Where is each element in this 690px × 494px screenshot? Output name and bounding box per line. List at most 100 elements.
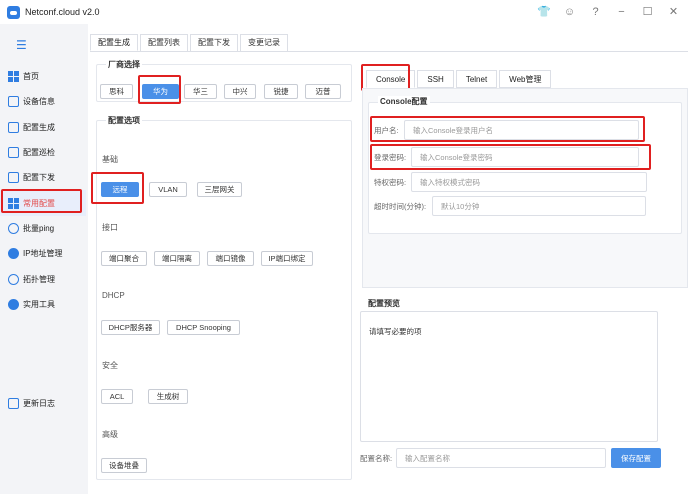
menu-collapse-icon[interactable]: ☰ <box>16 38 27 52</box>
tab-console[interactable]: Console <box>366 70 416 88</box>
config-name-row: 配置名称: 输入配置名称 <box>360 448 606 468</box>
window-controls: 👕 ☺ ? − ☐ ✕ <box>537 4 680 20</box>
tools-icon <box>8 298 19 310</box>
sidebar-item-home[interactable]: 首页 <box>0 64 86 89</box>
main-tabs: 配置生成 配置列表 配置下发 变更记录 <box>90 34 290 51</box>
sidebar-item-label: 批量ping <box>23 223 55 233</box>
config-name-label: 配置名称: <box>360 453 393 463</box>
user-icon[interactable]: ☺ <box>563 4 576 20</box>
option-stp-button[interactable]: 生成树 <box>148 389 188 404</box>
vendor-ruijie-button[interactable]: 锐捷 <box>264 84 298 99</box>
inspect-icon <box>8 147 19 159</box>
sidebar-item-deploy[interactable]: 配置下发 <box>0 165 86 190</box>
sidebar-item-ip[interactable]: IP地址管理 <box>0 241 86 266</box>
group-label-advanced: 高级 <box>102 430 118 439</box>
cloud-logo-icon <box>7 5 20 19</box>
shirt-icon[interactable]: 👕 <box>537 4 551 20</box>
preview-textarea[interactable]: 请填写必要的项 <box>360 311 658 442</box>
sidebar-item-config-gen[interactable]: 配置生成 <box>0 115 86 140</box>
privilege-password-row: 特权密码: 输入特权模式密码 <box>374 172 647 192</box>
sidebar-item-label: 常用配置 <box>23 198 55 208</box>
sidebar-item-label: 配置下发 <box>23 173 55 183</box>
option-acl-button[interactable]: ACL <box>101 389 133 404</box>
sidebar-item-label: 实用工具 <box>23 299 55 309</box>
privilege-password-input[interactable]: 输入特权模式密码 <box>411 172 647 192</box>
group-label-basic: 基础 <box>102 155 118 164</box>
username-label: 用户名: <box>374 125 399 135</box>
vendor-huawei-button[interactable]: 华为 <box>142 84 179 99</box>
common-config-icon <box>8 197 19 209</box>
maximize-icon[interactable]: ☐ <box>641 4 654 20</box>
config-name-input[interactable]: 输入配置名称 <box>396 448 606 468</box>
sidebar-item-changelog[interactable]: 更新日志 <box>8 398 55 409</box>
option-ip-port-bind-button[interactable]: IP端口绑定 <box>261 251 313 266</box>
option-stack-button[interactable]: 设备堆叠 <box>101 458 147 473</box>
sidebar-item-common-config[interactable]: 常用配置 <box>0 190 86 216</box>
timeout-row: 超时时间(分钟): 默认10分钟 <box>374 196 646 216</box>
device-info-icon <box>8 96 19 108</box>
login-password-input[interactable]: 输入Console登录密码 <box>411 147 639 167</box>
tab-config-deploy[interactable]: 配置下发 <box>190 34 238 51</box>
timeout-input[interactable]: 默认10分钟 <box>432 196 646 216</box>
sidebar-item-label: IP地址管理 <box>23 249 63 259</box>
option-remote-button[interactable]: 远程 <box>101 182 139 197</box>
tab-config-list[interactable]: 配置列表 <box>140 34 188 51</box>
sidebar-item-label: 拓扑管理 <box>23 274 55 284</box>
group-label-dhcp: DHCP <box>102 291 125 300</box>
sidebar-item-device-info[interactable]: 设备信息 <box>0 89 86 114</box>
option-dhcp-server-button[interactable]: DHCP服务器 <box>101 320 160 335</box>
close-icon[interactable]: ✕ <box>667 4 680 20</box>
option-port-isolate-button[interactable]: 端口隔离 <box>154 251 200 266</box>
option-port-agg-button[interactable]: 端口聚合 <box>101 251 147 266</box>
sidebar-nav: 首页 设备信息 配置生成 配置巡检 配置下发 常用配置 批量ping IP地址管… <box>0 64 86 317</box>
sidebar-item-topology[interactable]: 拓扑管理 <box>0 266 86 291</box>
option-l3-gateway-button[interactable]: 三层网关 <box>197 182 242 197</box>
console-title: Console配置 <box>378 96 430 107</box>
vendor-h3c-button[interactable]: 华三 <box>184 84 217 99</box>
ping-icon <box>8 222 19 234</box>
vendor-cisco-button[interactable]: 思科 <box>100 84 133 99</box>
timeout-label: 超时时间(分钟): <box>374 201 427 211</box>
username-input[interactable]: 输入Console登录用户名 <box>404 120 639 140</box>
app-title: Netconf.cloud v2.0 <box>25 7 100 17</box>
topology-icon <box>8 273 19 285</box>
privilege-password-label: 特权密码: <box>374 177 407 187</box>
sidebar-item-label: 配置生成 <box>23 122 55 132</box>
sidebar-item-tools[interactable]: 实用工具 <box>0 292 86 317</box>
option-vlan-button[interactable]: VLAN <box>149 182 187 197</box>
preview-content: 请填写必要的项 <box>369 327 422 336</box>
sidebar-item-label: 配置巡检 <box>23 148 55 158</box>
grid-icon <box>8 71 19 83</box>
options-fieldset <box>96 120 352 480</box>
tab-web[interactable]: Web管理 <box>499 70 552 88</box>
save-config-button[interactable]: 保存配置 <box>611 448 661 468</box>
login-password-label: 登录密码: <box>374 152 407 162</box>
minimize-icon[interactable]: − <box>615 4 628 20</box>
sidebar-item-inspect[interactable]: 配置巡检 <box>0 140 86 165</box>
deploy-icon <box>8 172 19 184</box>
changelog-label: 更新日志 <box>23 399 55 408</box>
ip-icon <box>8 248 19 260</box>
username-row: 用户名: 输入Console登录用户名 <box>374 120 639 140</box>
sidebar-item-ping[interactable]: 批量ping <box>0 216 86 241</box>
tab-telnet[interactable]: Telnet <box>455 70 498 88</box>
title-bar: Netconf.cloud v2.0 👕 ☺ ? − ☐ ✕ <box>0 0 690 24</box>
help-icon[interactable]: ? <box>589 4 602 20</box>
sidebar: ☰ 首页 设备信息 配置生成 配置巡检 配置下发 常用配置 批量ping IP地… <box>0 24 86 494</box>
tab-ssh[interactable]: SSH <box>417 70 454 88</box>
option-dhcp-snooping-button[interactable]: DHCP Snooping <box>167 320 240 335</box>
changelog-icon <box>8 398 19 409</box>
option-port-mirror-button[interactable]: 端口镜像 <box>207 251 254 266</box>
tabs-divider <box>90 51 688 52</box>
vendor-title: 厂商选择 <box>106 59 142 70</box>
sidebar-item-label: 设备信息 <box>23 97 55 107</box>
group-label-interface: 接口 <box>102 223 118 232</box>
config-gen-icon <box>8 121 19 133</box>
preview-title: 配置预览 <box>368 299 400 308</box>
tab-config-gen[interactable]: 配置生成 <box>90 34 138 51</box>
vendor-zte-button[interactable]: 中兴 <box>224 84 256 99</box>
tab-change-log[interactable]: 变更记录 <box>240 34 288 51</box>
main-panel: 配置生成 配置列表 配置下发 变更记录 厂商选择 思科 华为 华三 中兴 锐捷 … <box>88 24 690 494</box>
vendor-maipu-button[interactable]: 迈普 <box>305 84 341 99</box>
login-password-row: 登录密码: 输入Console登录密码 <box>374 147 639 167</box>
